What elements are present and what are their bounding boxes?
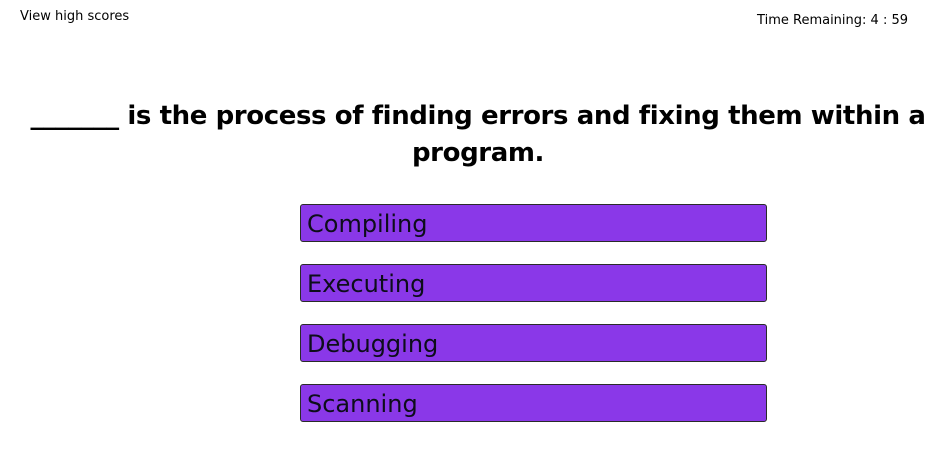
view-high-scores-link[interactable]: View high scores [20,9,129,24]
quiz-page: View high scores Time Remaining: 4 : 59 … [0,0,936,453]
answer-button-compiling[interactable]: Compiling [300,204,767,242]
answer-button-scanning[interactable]: Scanning [300,384,767,422]
question-text: _______ is the process of finding errors… [30,101,926,168]
answer-list: Compiling Executing Debugging Scanning [300,204,767,444]
answer-button-debugging[interactable]: Debugging [300,324,767,362]
answer-button-executing[interactable]: Executing [300,264,767,302]
time-remaining: Time Remaining: 4 : 59 [757,13,908,28]
